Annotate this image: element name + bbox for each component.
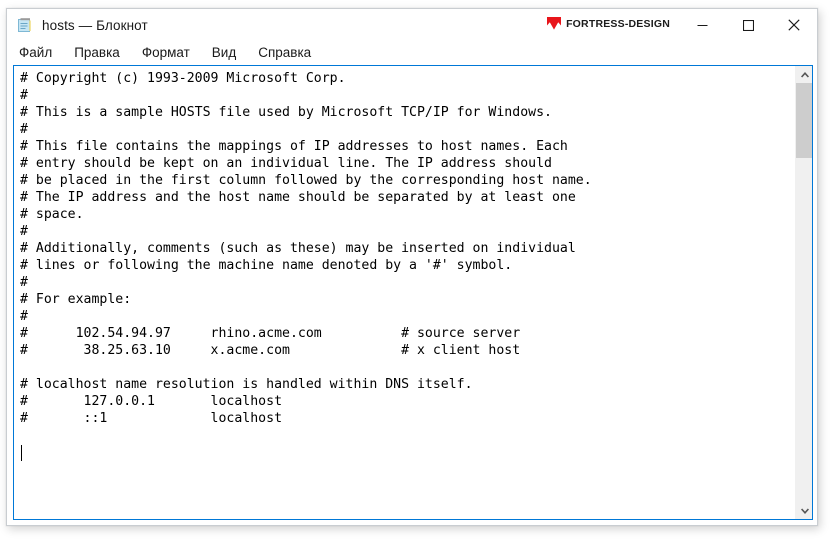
editor-line: # [20, 122, 28, 137]
minimize-icon [697, 24, 707, 26]
window-title: hosts — Блокнот [42, 17, 148, 33]
fortress-logo-icon [547, 17, 562, 30]
editor-line: # ::1 localhost [20, 411, 283, 426]
menu-item-help[interactable]: Справка [258, 45, 311, 60]
editor-line: # This is a sample HOSTS file used by Mi… [20, 105, 552, 120]
editor-line: # be placed in the first column followed… [20, 173, 592, 188]
chevron-up-icon [800, 71, 809, 78]
editor-line: # [20, 88, 28, 103]
scrollbar-track[interactable] [796, 83, 812, 502]
editor-line: # [20, 275, 28, 290]
maximize-button[interactable] [725, 9, 771, 41]
text-editor-area[interactable]: # Copyright (c) 1993-2009 Microsoft Corp… [14, 66, 795, 519]
window-controls [679, 9, 817, 41]
editor-line: # localhost name resolution is handled w… [20, 377, 473, 392]
editor-frame: # Copyright (c) 1993-2009 Microsoft Corp… [13, 65, 813, 520]
editor-line: # [20, 309, 28, 324]
scrollbar-thumb[interactable] [796, 83, 812, 158]
vertical-scrollbar[interactable] [795, 66, 812, 519]
menu-item-view[interactable]: Вид [212, 45, 236, 60]
fortress-design-watermark: FORTRESS-DESIGN [547, 17, 670, 30]
editor-line: # Copyright (c) 1993-2009 Microsoft Corp… [20, 71, 346, 86]
maximize-icon [742, 19, 754, 31]
editor-line: # This file contains the mappings of IP … [20, 139, 568, 154]
editor-line: # entry should be kept on an individual … [20, 156, 552, 171]
chevron-down-icon [800, 507, 809, 514]
editor-line: # Additionally, comments (such as these)… [20, 241, 576, 256]
close-icon [788, 19, 800, 31]
editor-line: # 127.0.0.1 localhost [20, 394, 283, 409]
editor-line: # 102.54.94.97 rhino.acme.com # source s… [20, 326, 521, 341]
close-button[interactable] [771, 9, 817, 41]
scroll-up-arrow[interactable] [796, 66, 812, 83]
notepad-window: hosts — Блокнот FORTRESS-DESIGN Файл Пра… [6, 8, 818, 526]
editor-line: # space. [20, 207, 84, 222]
watermark-label: FORTRESS-DESIGN [566, 17, 670, 30]
menu-bar: Файл Правка Формат Вид Справка [7, 41, 817, 63]
editor-line: # The IP address and the host name shoul… [20, 190, 576, 205]
editor-line: # For example: [20, 292, 132, 307]
title-bar[interactable]: hosts — Блокнот FORTRESS-DESIGN [7, 9, 817, 41]
editor-line: # lines or following the machine name de… [20, 258, 513, 273]
editor-line: # [20, 224, 28, 239]
minimize-button[interactable] [679, 9, 725, 41]
notepad-icon [16, 17, 33, 34]
menu-item-format[interactable]: Формат [142, 45, 190, 60]
scroll-down-arrow[interactable] [796, 502, 812, 519]
editor-line: # 38.25.63.10 x.acme.com # x client host [20, 343, 521, 358]
menu-item-edit[interactable]: Правка [74, 45, 120, 60]
desktop-background: hosts — Блокнот FORTRESS-DESIGN Файл Пра… [0, 0, 834, 542]
menu-item-file[interactable]: Файл [19, 45, 52, 60]
